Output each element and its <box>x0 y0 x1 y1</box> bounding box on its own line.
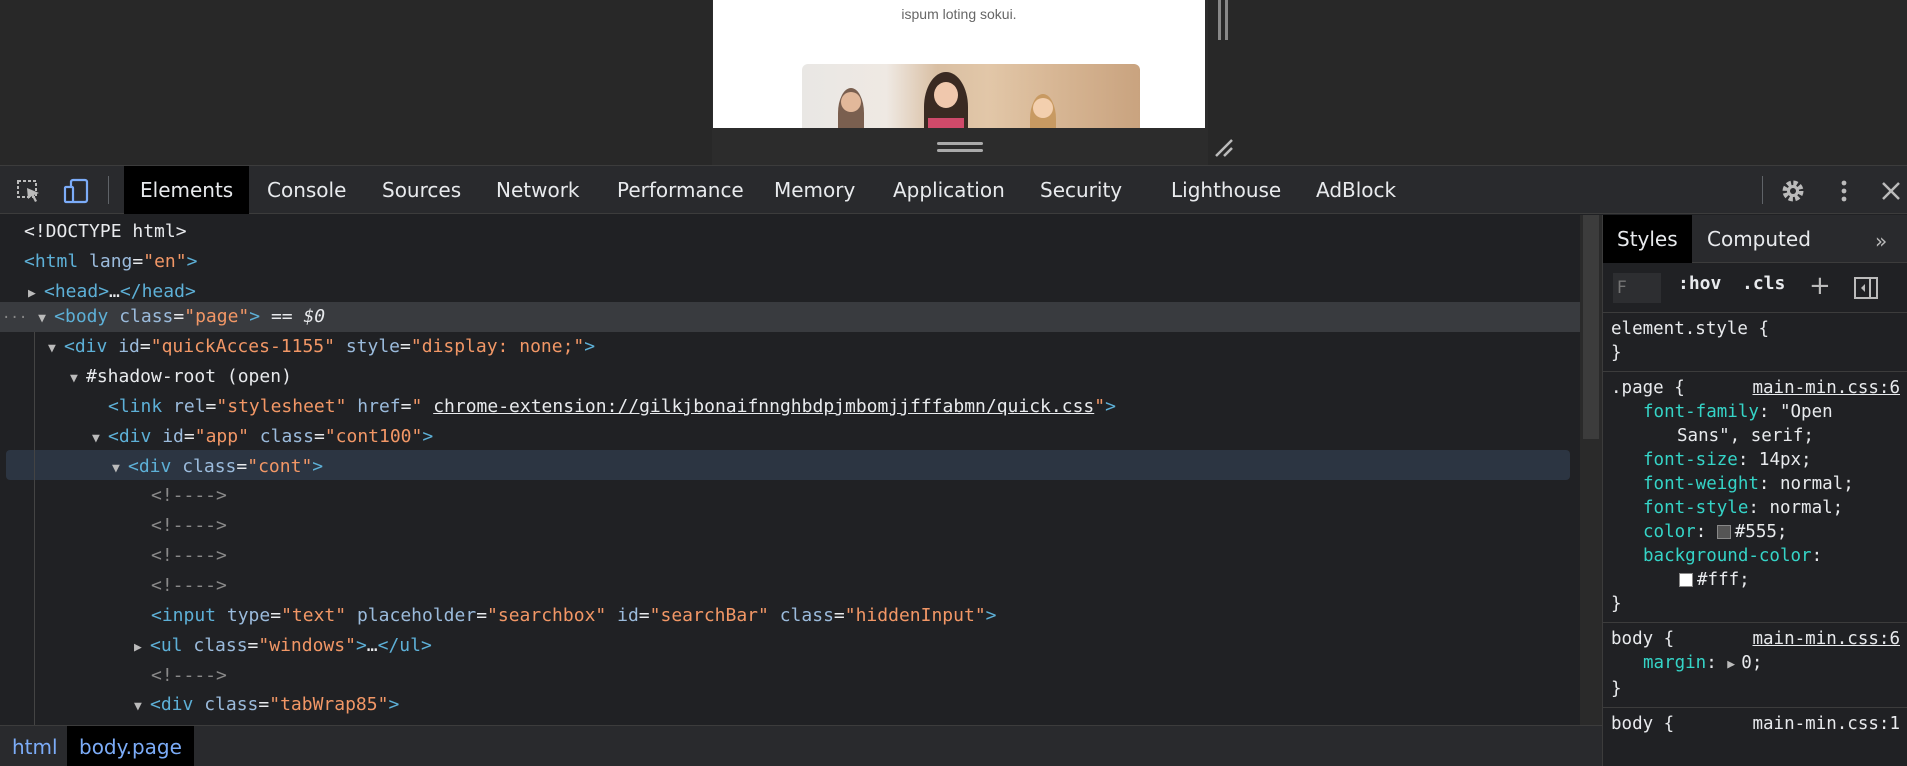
tab-console[interactable]: Console <box>251 166 362 214</box>
collapse-arrow-icon[interactable]: ▼ <box>134 692 150 722</box>
decl-background-color[interactable]: background-color: <box>1611 544 1900 568</box>
indent-guide <box>34 332 35 725</box>
preview-text: ispum loting sokui. <box>901 6 1017 22</box>
rule-element-style[interactable]: element.style { } <box>1603 313 1907 372</box>
styles-sidebar: Styles Computed » :hov .cls + element.st… <box>1602 215 1907 766</box>
device-frame: ispum loting sokui. <box>712 0 1208 165</box>
photo-person-center <box>924 72 968 128</box>
expand-shorthand-icon[interactable]: ▶ <box>1727 653 1741 677</box>
rule-source-link[interactable]: main-min.css:1 <box>1752 712 1900 736</box>
page-viewport: ispum loting sokui. <box>0 0 1907 165</box>
tab-sources[interactable]: Sources <box>366 166 477 214</box>
dom-node-comment[interactable]: <!----> <box>151 541 227 571</box>
tab-elements[interactable]: Elements <box>124 166 250 214</box>
kebab-menu-icon[interactable] <box>1831 178 1857 204</box>
dom-node-html[interactable]: <html lang="en"> <box>24 247 197 277</box>
dom-node-cont-div[interactable]: ▼ <div class="cont"> <box>112 452 323 482</box>
dom-node-quickaccess-div[interactable]: ▼ <div id="quickAcces-1155" style="displa… <box>48 332 595 362</box>
tab-adblock[interactable]: AdBlock <box>1300 166 1412 214</box>
dom-node-comment[interactable]: <!----> <box>151 481 227 511</box>
more-tabs-icon[interactable]: » <box>1875 229 1887 253</box>
preview-photo <box>802 64 1140 128</box>
dom-node-comment[interactable]: <!----> <box>151 661 227 691</box>
new-style-rule-icon[interactable]: + <box>1809 271 1831 301</box>
stylesheet-link[interactable]: chrome-extension://gilkjbonaifnnghbdpjmb… <box>433 396 1094 417</box>
rule-close: } <box>1611 594 1622 614</box>
rule-selector: .page { <box>1611 378 1685 398</box>
color-swatch-icon[interactable] <box>1716 525 1731 539</box>
photo-person-left <box>838 88 864 128</box>
tab-lighthouse[interactable]: Lighthouse <box>1155 166 1297 214</box>
device-screen[interactable]: ispum loting sokui. <box>713 0 1205 128</box>
dom-node-comment[interactable]: <!----> <box>151 511 227 541</box>
elements-tree: <!DOCTYPE html> <html lang="en"> ▶ <head>… <box>0 215 1580 725</box>
resize-handle-bottom-icon[interactable] <box>937 142 983 156</box>
collapse-arrow-icon[interactable]: ▼ <box>112 454 128 484</box>
styles-filter-bar: :hov .cls + <box>1603 263 1907 313</box>
photo-person-right <box>1030 94 1056 128</box>
decl-background-color-value: #fff; <box>1611 568 1900 592</box>
styles-filter-input[interactable] <box>1613 273 1661 303</box>
collapse-arrow-icon[interactable]: ▼ <box>38 304 54 334</box>
dom-node-ul-windows[interactable]: ▶ <ul class="windows">…</ul> <box>134 631 432 661</box>
rule-close: } <box>1611 679 1622 699</box>
tab-styles[interactable]: Styles <box>1603 215 1692 263</box>
rule-source-link[interactable]: main-min.css:6 <box>1752 376 1900 400</box>
dom-node-body[interactable]: ··· ▼ <body class="page"> == $0 <box>2 302 325 332</box>
color-swatch-icon[interactable] <box>1679 573 1693 587</box>
decl-font-family[interactable]: font-family: "Open <box>1611 400 1900 424</box>
breadcrumb-html[interactable]: html <box>0 726 70 766</box>
dom-node-link[interactable]: <link rel="stylesheet" href=" chrome-ext… <box>108 392 1116 422</box>
devtools-toolbar: Elements Console Sources Network Perform… <box>0 166 1907 214</box>
toolbar-divider-right <box>1762 176 1763 204</box>
tab-performance[interactable]: Performance <box>601 166 760 214</box>
resize-corner-icon[interactable] <box>1212 136 1236 160</box>
expand-arrow-icon[interactable]: ▶ <box>134 633 150 663</box>
hov-toggle-button[interactable]: :hov <box>1678 273 1721 294</box>
decl-font-family-cont: Sans", serif; <box>1677 426 1814 446</box>
breadcrumb: html body.page <box>0 725 1602 766</box>
gear-icon[interactable] <box>1780 178 1806 204</box>
elements-scrollbar[interactable] <box>1580 215 1602 725</box>
dom-node-comment[interactable]: <!----> <box>151 571 227 601</box>
breadcrumb-body-page[interactable]: body.page <box>67 726 194 766</box>
toggle-sidebar-icon[interactable] <box>1853 276 1879 300</box>
style-rules-list: element.style { } .page { main-min.css:6… <box>1603 313 1907 742</box>
tab-computed[interactable]: Computed <box>1693 215 1825 263</box>
collapse-arrow-icon[interactable]: ▼ <box>48 334 64 364</box>
rule-body[interactable]: body { main-min.css:6 margin: ▶ 0; } <box>1603 623 1907 708</box>
tab-memory[interactable]: Memory <box>758 166 871 214</box>
dom-node-tabwrap-div[interactable]: ▼ <div class="tabWrap85"> <box>134 690 399 720</box>
decl-font-style[interactable]: font-style: normal; <box>1611 496 1900 520</box>
dom-node-app-div[interactable]: ▼ <div id="app" class="cont100"> <box>92 422 433 452</box>
tab-security[interactable]: Security <box>1024 166 1138 214</box>
toolbar-divider <box>108 176 109 204</box>
devtools-panel: Elements Console Sources Network Perform… <box>0 165 1907 766</box>
rule-close: } <box>1611 343 1622 363</box>
collapse-arrow-icon[interactable]: ▼ <box>92 424 108 454</box>
dom-node-shadow-root[interactable]: ▼ #shadow-root (open) <box>70 362 292 392</box>
decl-margin[interactable]: margin: ▶ 0; <box>1611 651 1900 677</box>
decl-color[interactable]: color: #555; <box>1611 520 1900 544</box>
cls-toggle-button[interactable]: .cls <box>1742 273 1785 294</box>
rule-selector: body { <box>1611 714 1675 734</box>
decl-font-weight[interactable]: font-weight: normal; <box>1611 472 1900 496</box>
dom-node-input[interactable]: <input type="text" placeholder="searchbo… <box>151 601 997 631</box>
rule-selector: element.style { <box>1611 319 1770 339</box>
styles-tabbar: Styles Computed » <box>1603 215 1907 263</box>
dom-node-doctype[interactable]: <!DOCTYPE html> <box>24 217 187 247</box>
tab-application[interactable]: Application <box>877 166 1021 214</box>
decl-font-size[interactable]: font-size: 14px; <box>1611 448 1900 472</box>
rule-source-link[interactable]: main-min.css:6 <box>1752 627 1900 651</box>
inspect-element-icon[interactable] <box>16 178 42 204</box>
rule-page[interactable]: .page { main-min.css:6 font-family: "Ope… <box>1603 372 1907 623</box>
rule-body-2[interactable]: body { main-min.css:1 <box>1603 708 1907 742</box>
tab-network[interactable]: Network <box>480 166 596 214</box>
rule-selector: body { <box>1611 629 1675 649</box>
viewport-scrollbar[interactable] <box>1218 0 1228 40</box>
device-toolbar-icon[interactable] <box>63 178 89 204</box>
close-icon[interactable] <box>1878 178 1904 204</box>
collapse-arrow-icon[interactable]: ▼ <box>70 364 86 394</box>
